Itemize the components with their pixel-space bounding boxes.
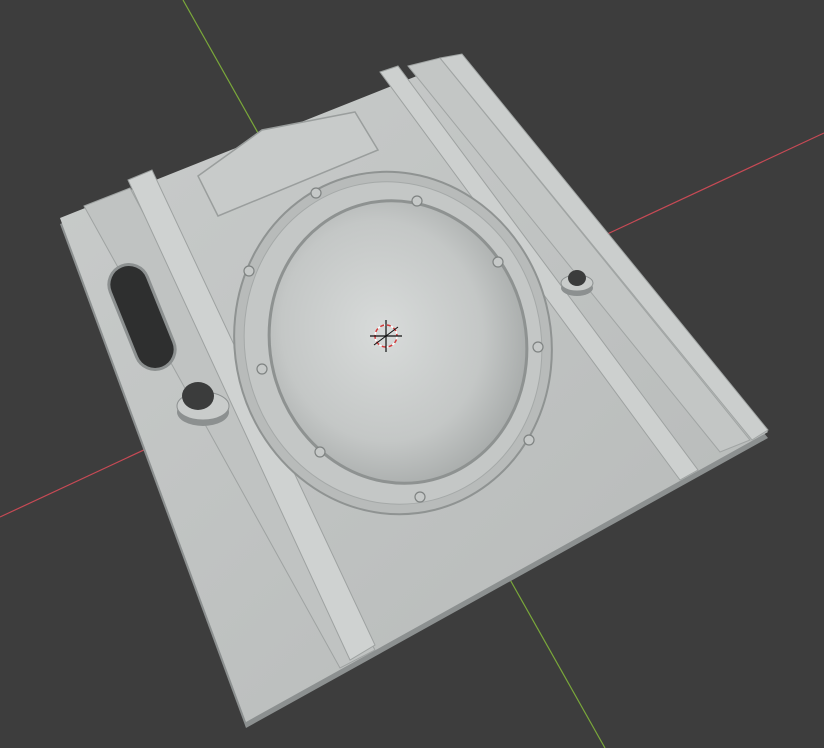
screw-icon <box>532 341 544 353</box>
screw-icon <box>310 187 322 199</box>
screw-icon <box>523 434 535 446</box>
screw-icon <box>411 195 423 207</box>
screw-icon <box>414 491 426 503</box>
screw-icon <box>314 446 326 458</box>
viewport-canvas[interactable] <box>0 0 824 748</box>
screw-icon <box>243 265 255 277</box>
screw-icon <box>492 256 504 268</box>
3d-viewport[interactable] <box>0 0 824 748</box>
screw-icon <box>256 363 268 375</box>
